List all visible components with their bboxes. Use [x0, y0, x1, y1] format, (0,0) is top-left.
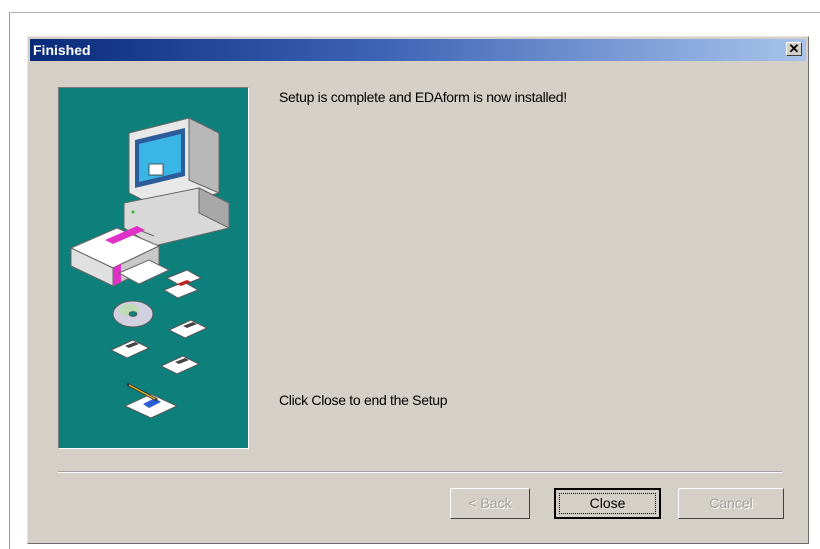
instruction-message: Click Close to end the Setup	[279, 392, 448, 408]
floppy-disk-icon	[109, 339, 151, 359]
separator-highlight	[58, 472, 782, 473]
setup-dialog: Finished ✕ Setup is complete and EDAform…	[27, 36, 809, 544]
floppy-disk-icon	[162, 269, 203, 299]
back-button[interactable]: < Back	[450, 488, 530, 519]
frame-border-left	[9, 12, 10, 549]
setup-wizard-illustration	[58, 87, 249, 449]
window-title: Finished	[33, 42, 91, 58]
title-bar[interactable]: Finished ✕	[30, 39, 806, 61]
completion-message: Setup is complete and EDAform is now ins…	[279, 89, 567, 105]
illustration-graphic	[69, 117, 230, 419]
frame-border-top	[9, 12, 820, 13]
floppy-disk-icon	[167, 319, 209, 339]
cancel-button[interactable]: Cancel	[678, 488, 784, 519]
computer-icon	[123, 117, 230, 247]
close-button-label: Close	[589, 495, 626, 511]
floppy-disk-icon	[159, 355, 201, 375]
close-button[interactable]: Close	[554, 488, 661, 519]
cd-icon	[112, 300, 154, 328]
close-icon[interactable]: ✕	[786, 42, 802, 56]
pen-icon	[123, 382, 179, 419]
